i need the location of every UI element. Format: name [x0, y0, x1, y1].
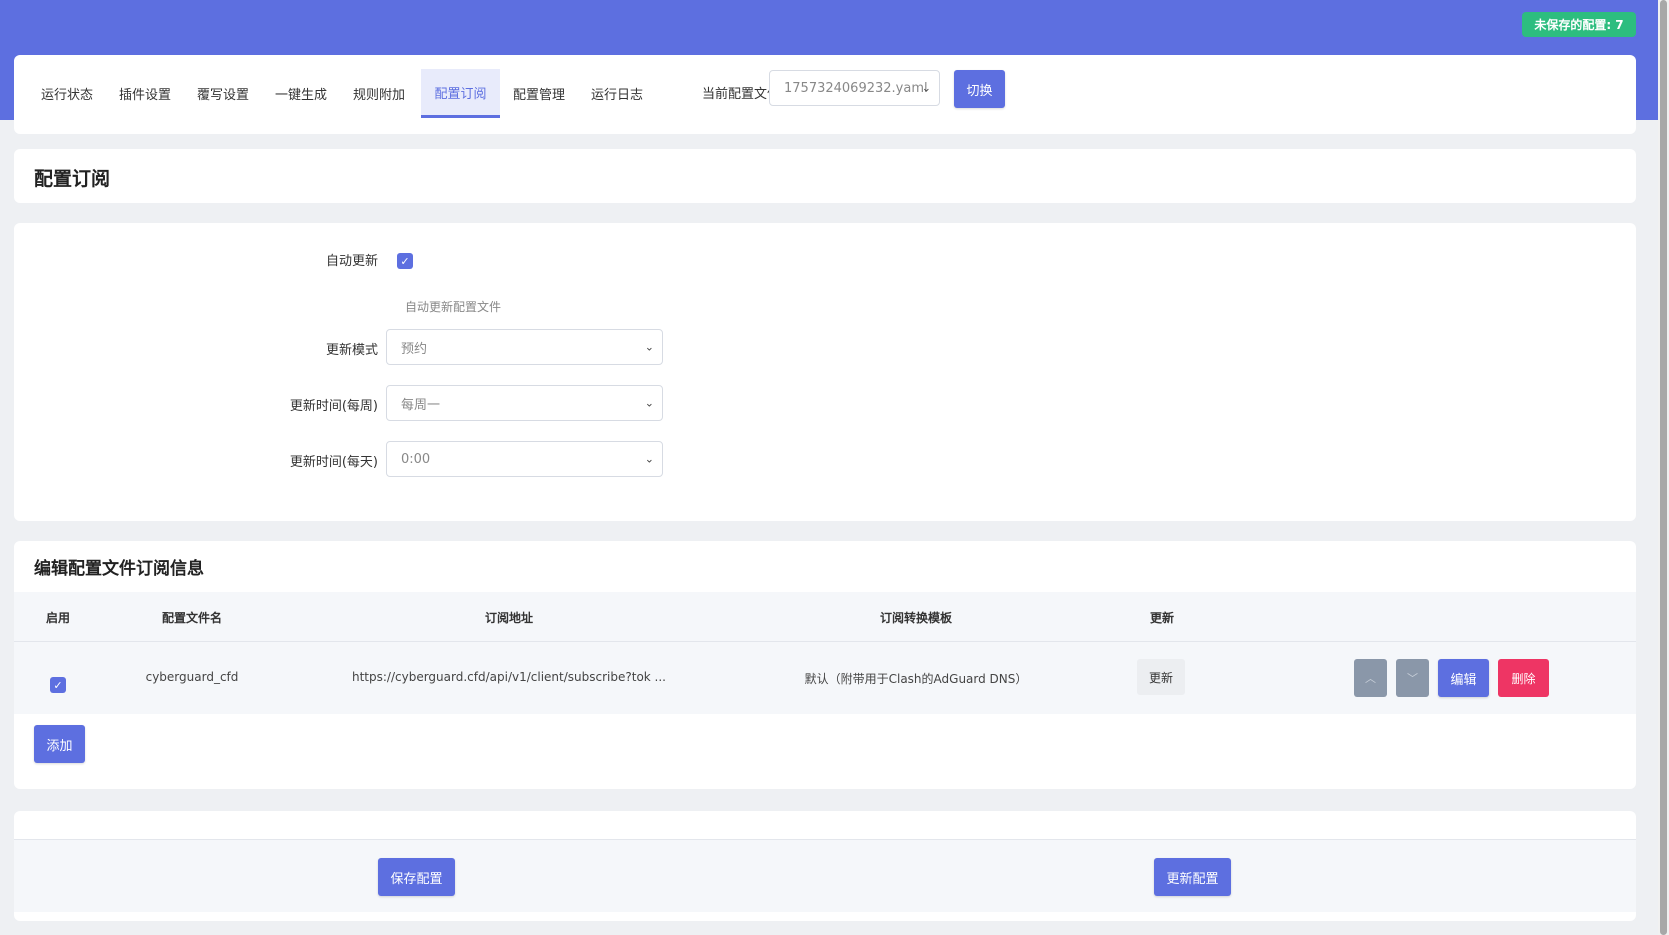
scrollbar-thumb[interactable]: [1660, 0, 1667, 935]
update-mode-value: 预约: [401, 341, 428, 357]
row-update-button[interactable]: 更新: [1137, 659, 1185, 695]
footer-actions: [14, 840, 1636, 912]
footer-card: 保存配置 更新配置: [14, 811, 1636, 921]
section-title: 编辑配置文件订阅信息: [34, 559, 204, 579]
row-filename: cyberguard_cfd: [145, 670, 239, 684]
current-config-value: 1757324069232.yaml: [784, 80, 928, 96]
auto-update-hint: 自动更新配置文件: [405, 300, 502, 314]
nav-card: 运行状态 插件设置 覆写设置 一键生成 规则附加 配置订阅 配置管理 运行日志 …: [14, 55, 1636, 134]
move-down-button[interactable]: ﹀: [1396, 659, 1429, 697]
current-config-select[interactable]: 1757324069232.yaml ⌄: [769, 70, 940, 106]
check-icon: ✓: [400, 254, 410, 268]
column-header-filename: 配置文件名: [161, 611, 223, 625]
update-mode-label: 更新模式: [325, 343, 378, 358]
column-header-template: 订阅转换模板: [879, 611, 953, 625]
chevron-down-icon: ⌄: [644, 340, 654, 354]
row-url: https://cyberguard.cfd/api/v1/client/sub…: [352, 670, 666, 684]
update-config-button[interactable]: 更新配置: [1154, 858, 1231, 896]
column-header-url: 订阅地址: [484, 611, 534, 625]
chevron-down-icon: ⌄: [644, 396, 654, 410]
daily-time-select[interactable]: 0:00 ⌄: [386, 441, 663, 477]
chevron-down-icon: ⌄: [644, 452, 654, 466]
save-config-button[interactable]: 保存配置: [378, 858, 455, 896]
weekly-time-value: 每周一: [401, 397, 441, 413]
table-row: ✓ cyberguard_cfd https://cyberguard.cfd/…: [14, 642, 1636, 714]
weekly-time-select[interactable]: 每周一 ⌄: [386, 385, 663, 421]
tab-rule-append[interactable]: 规则附加: [340, 69, 418, 118]
auto-update-checkbox[interactable]: ✓: [397, 253, 413, 269]
delete-button[interactable]: 删除: [1498, 659, 1549, 697]
update-mode-select[interactable]: 预约 ⌄: [386, 329, 663, 365]
tab-config-management[interactable]: 配置管理: [500, 69, 578, 118]
auto-update-label: 自动更新: [325, 254, 378, 269]
edit-button[interactable]: 编辑: [1438, 659, 1489, 697]
unsaved-config-badge[interactable]: 未保存的配置: 7: [1522, 12, 1636, 37]
page-title: 配置订阅: [34, 168, 111, 190]
daily-time-label: 更新时间(每天): [289, 455, 378, 470]
chevron-up-icon: ︿: [1365, 672, 1376, 685]
tab-run-status[interactable]: 运行状态: [28, 69, 106, 118]
table-header: 启用 配置文件名 订阅地址 订阅转换模板 更新: [14, 592, 1636, 642]
tab-override-settings[interactable]: 覆写设置: [184, 69, 262, 118]
chevron-down-icon: ﹀: [1407, 672, 1418, 685]
tab-plugin-settings[interactable]: 插件设置: [106, 69, 184, 118]
add-button[interactable]: 添加: [34, 725, 85, 763]
switch-button[interactable]: 切换: [954, 70, 1005, 108]
tab-one-click-generate[interactable]: 一键生成: [262, 69, 340, 118]
row-template: 默认（附带用于Clash的AdGuard DNS）: [804, 672, 1028, 686]
chevron-down-icon: ⌄: [921, 81, 931, 95]
subscription-table-card: 编辑配置文件订阅信息 启用 配置文件名 订阅地址 订阅转换模板 更新 ✓ cyb…: [14, 541, 1636, 789]
check-icon: ✓: [53, 678, 63, 692]
row-enabled-checkbox[interactable]: ✓: [50, 677, 66, 693]
settings-form-card: 自动更新 ✓ 自动更新配置文件 更新模式 预约 ⌄ 更新时间(每周) 每周一 ⌄…: [14, 223, 1636, 521]
tab-config-subscription[interactable]: 配置订阅: [421, 69, 500, 118]
daily-time-value: 0:00: [401, 451, 431, 467]
column-header-enabled: 启用: [45, 611, 71, 625]
column-header-update: 更新: [1149, 611, 1175, 625]
tab-run-logs[interactable]: 运行日志: [578, 69, 656, 118]
move-up-button[interactable]: ︿: [1354, 659, 1387, 697]
weekly-time-label: 更新时间(每周): [289, 399, 378, 414]
title-card: 配置订阅: [14, 149, 1636, 203]
